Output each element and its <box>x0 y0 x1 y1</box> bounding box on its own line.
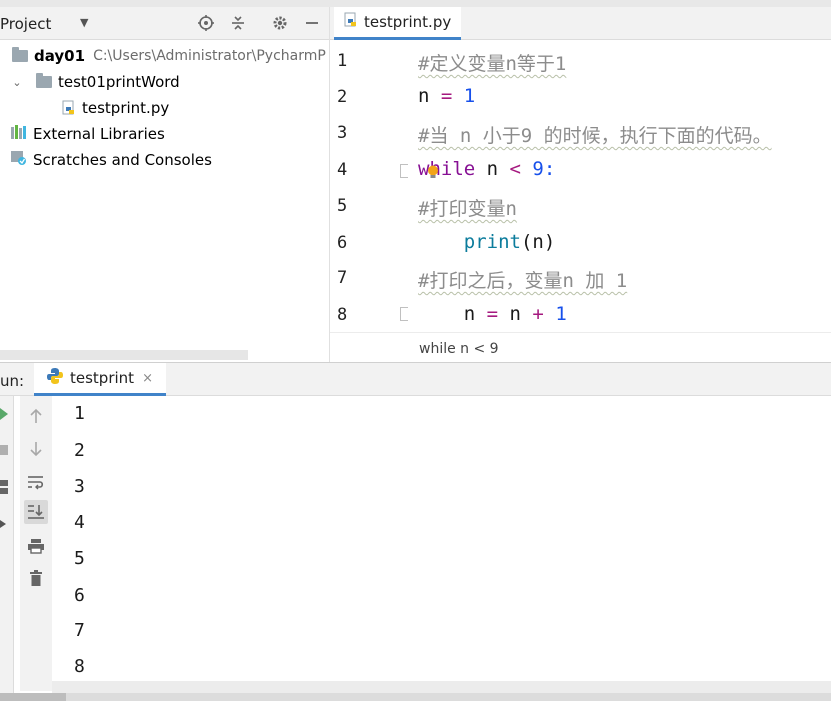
line-number-gutter[interactable]: 1 2 3 4 5 6 7 8 <box>330 40 412 332</box>
code-comment: #打印变量n <box>418 198 517 220</box>
stop-icon[interactable] <box>0 443 10 459</box>
folder-icon <box>12 47 28 62</box>
code-token: + <box>532 303 544 325</box>
scratches-icon <box>10 150 28 170</box>
code-line-6: print(n) <box>418 231 556 253</box>
code-token: n <box>498 303 533 325</box>
console-scrollbar[interactable] <box>52 681 831 693</box>
code-comment: #打印之后，变量n 加 1 <box>418 270 628 292</box>
breadcrumb[interactable]: while n < 9 <box>419 341 499 357</box>
code-token: = <box>486 303 499 325</box>
code-comment: #当 n 小于9 的时候，执行下面的代码。 <box>418 125 772 147</box>
scrollbar-thumb[interactable] <box>0 693 66 701</box>
rerun-icon[interactable] <box>0 408 10 424</box>
chevron-down-icon[interactable]: ⌄ <box>10 76 24 89</box>
code-line-8: n = n + 1 <box>418 303 567 325</box>
line-number: 4 <box>337 160 348 180</box>
run-toolbar <box>20 396 52 691</box>
line-number: 6 <box>337 233 348 253</box>
code-token: n <box>418 85 441 107</box>
tree-item-label: testprint.py <box>82 99 170 117</box>
arrow-up-icon[interactable] <box>24 404 48 428</box>
tree-item-label: test01printWord <box>58 73 180 91</box>
hide-panel-icon[interactable] <box>302 13 322 33</box>
line-number: 5 <box>337 196 348 216</box>
trash-icon[interactable] <box>24 566 48 590</box>
editor-tab-testprint[interactable]: testprint.py <box>334 7 462 40</box>
print-icon[interactable] <box>24 534 48 558</box>
line-number: 1 <box>337 51 348 71</box>
line-number: 8 <box>337 305 348 325</box>
console-line: 6 <box>74 585 85 606</box>
editor-tab-label: testprint.py <box>364 13 452 31</box>
run-tab-label: testprint <box>70 369 135 387</box>
project-tree: day01 C:\Users\Administrator\PycharmP ⌄ … <box>0 40 330 350</box>
console-line: 1 <box>74 403 85 424</box>
pin-icon[interactable] <box>0 518 10 534</box>
layout-icon[interactable] <box>0 480 10 498</box>
code-token: = <box>440 85 453 107</box>
soft-wrap-icon[interactable] <box>24 470 48 494</box>
run-left-toolbar <box>0 396 14 701</box>
libraries-icon <box>10 125 28 143</box>
tree-item-label: day01 <box>34 47 86 65</box>
project-panel-title[interactable]: Project <box>0 15 51 33</box>
code-line-1: #定义变量n等于1 <box>418 49 566 76</box>
code-token: 1 <box>452 85 476 107</box>
project-path: C:\Users\Administrator\PycharmP <box>93 48 326 64</box>
code-line-7: #打印之后，变量n 加 1 <box>418 266 627 293</box>
window-top-strip <box>0 0 831 7</box>
run-panel-header: un: testprint × <box>0 362 831 396</box>
code-token: n <box>418 303 487 325</box>
console-line: 4 <box>74 512 85 533</box>
tree-item-scratches[interactable]: Scratches and Consoles <box>0 147 330 173</box>
python-file-icon <box>344 12 358 32</box>
close-icon[interactable]: × <box>142 371 153 386</box>
tree-item-external-libraries[interactable]: External Libraries <box>0 121 330 147</box>
console-line: 2 <box>74 440 85 461</box>
bottom-scrollbar[interactable] <box>0 693 831 701</box>
code-token: (n) <box>520 231 556 253</box>
project-panel-header: Project ▼ <box>0 7 330 40</box>
console-line: 3 <box>74 476 85 497</box>
tree-item-test01printword[interactable]: ⌄ test01printWord <box>0 69 330 95</box>
breadcrumb-bar: while n < 9 <box>330 332 831 362</box>
code-token: 1 <box>543 303 567 325</box>
line-number: 3 <box>337 123 348 143</box>
arrow-down-icon[interactable] <box>24 437 48 461</box>
line-number: 7 <box>337 268 348 288</box>
code-function: print <box>418 231 521 253</box>
project-tree-scrollbar[interactable] <box>0 350 248 360</box>
gear-icon[interactable] <box>270 13 290 33</box>
code-line-5: #打印变量n <box>418 194 517 221</box>
code-token: 9 <box>520 158 544 180</box>
folder-icon <box>36 73 52 88</box>
collapse-all-icon[interactable] <box>228 13 248 33</box>
locate-icon[interactable] <box>196 13 216 33</box>
code-token: < <box>509 158 521 180</box>
intention-bulb-icon[interactable] <box>427 165 439 183</box>
tree-item-label: External Libraries <box>33 125 165 143</box>
python-icon <box>46 367 64 389</box>
code-comment: #定义变量n等于1 <box>418 53 567 75</box>
tree-item-testprint-py[interactable]: testprint.py <box>0 95 330 121</box>
console-line: 7 <box>74 620 85 641</box>
code-token: : <box>543 158 556 180</box>
scroll-to-end-icon[interactable] <box>24 500 48 524</box>
console-line: 5 <box>74 548 85 569</box>
run-tab-testprint[interactable]: testprint × <box>34 363 166 396</box>
console-line: 8 <box>74 656 85 677</box>
line-number: 2 <box>337 87 348 107</box>
console-output[interactable]: 1 2 3 4 5 6 7 8 <box>52 396 831 681</box>
editor-tab-bar: testprint.py <box>330 7 831 40</box>
code-editor[interactable]: #定义变量n等于1 n = 1 #当 n 小于9 的时候，执行下面的代码。 wh… <box>408 40 831 332</box>
code-line-2: n = 1 <box>418 85 475 107</box>
project-view-dropdown-icon[interactable]: ▼ <box>80 16 88 29</box>
python-file-icon <box>62 100 76 116</box>
code-line-3: #当 n 小于9 的时候，执行下面的代码。 <box>418 121 772 148</box>
tree-item-label: Scratches and Consoles <box>33 151 212 169</box>
code-token: n <box>475 158 510 180</box>
tree-item-day01[interactable]: day01 C:\Users\Administrator\PycharmP <box>0 43 330 69</box>
run-panel-label: un: <box>0 372 25 390</box>
